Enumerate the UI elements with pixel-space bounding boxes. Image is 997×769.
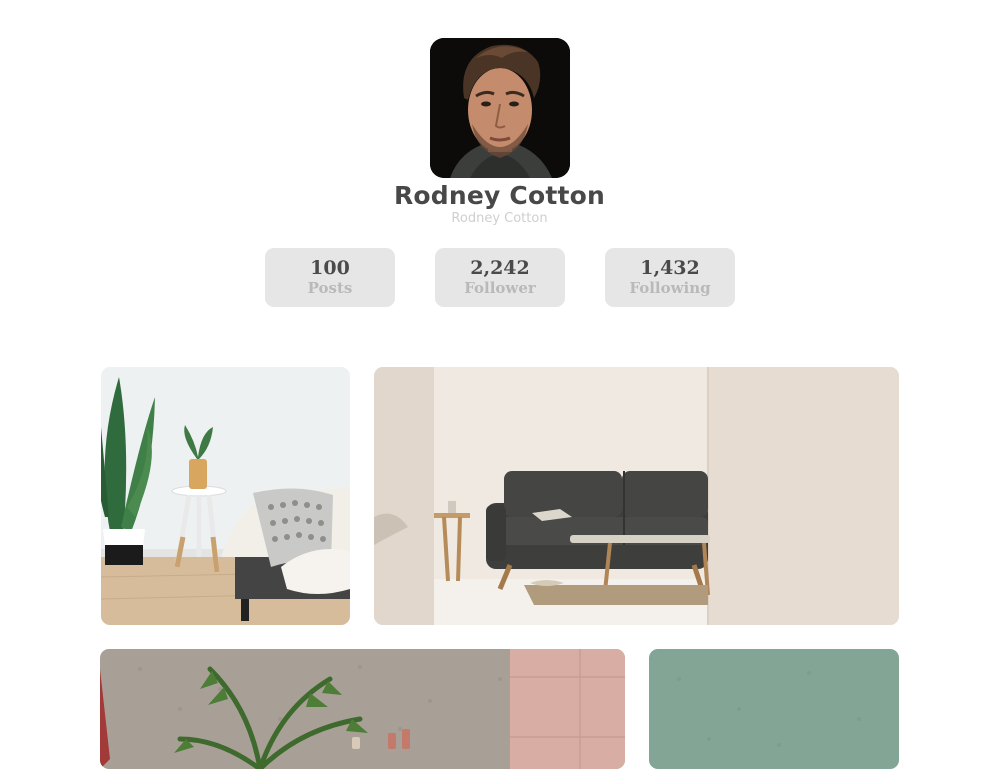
profile-name: Rodney Cotton: [393, 181, 606, 210]
stat-following-value: 1,432: [640, 257, 700, 279]
stat-followers-label: Follower: [464, 279, 536, 297]
stat-following-label: Following: [629, 279, 711, 297]
gallery-photo-living-room[interactable]: [374, 367, 899, 625]
stat-posts-value: 100: [310, 257, 350, 279]
stat-posts-label: Posts: [307, 279, 353, 297]
gallery-photo-palm-wall[interactable]: [100, 649, 625, 769]
gallery-photo-bedroom[interactable]: [101, 367, 350, 625]
avatar[interactable]: [430, 38, 570, 178]
stat-followers[interactable]: 2,242 Follower: [435, 248, 565, 307]
stat-followers-value: 2,242: [470, 257, 530, 279]
stat-following[interactable]: 1,432 Following: [605, 248, 735, 307]
stat-posts[interactable]: 100 Posts: [265, 248, 395, 307]
gallery-photo-green-wall[interactable]: [649, 649, 899, 769]
profile-handle: Rodney Cotton: [451, 211, 548, 226]
